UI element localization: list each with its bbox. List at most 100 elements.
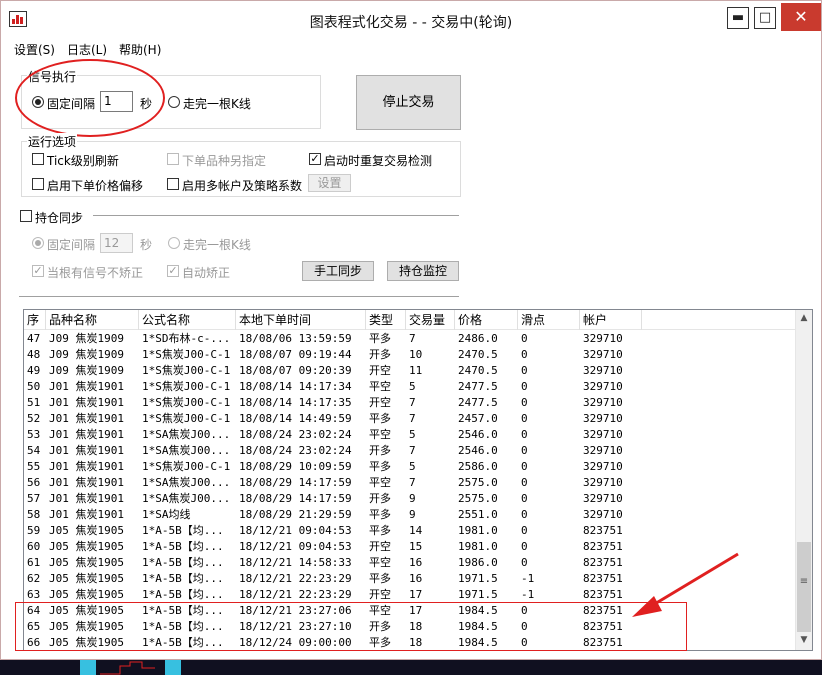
cell-account: 329710 xyxy=(583,412,623,425)
cell-formula: 1*S焦炭J00-C-1 xyxy=(142,412,231,425)
cell-order-time: 18/08/29 21:29:59 xyxy=(239,508,352,521)
table-row[interactable]: 65 J05 焦炭1905 1*A-5B【均... 18/12/21 23:27:10… xyxy=(24,619,795,635)
cell-formula: 1*A-5B【均... xyxy=(142,540,224,553)
table-row[interactable]: 50 J01 焦炭1901 1*S焦炭J00-C-1 18/08/14 14:17:3… xyxy=(24,379,795,395)
table-row[interactable]: 47 J09 焦炭1909 1*SD布林-c-... 18/08/06 13:59:5… xyxy=(24,331,795,347)
cell-price: 2457.0 xyxy=(458,412,498,425)
table-row[interactable]: 55 J01 焦炭1901 1*S焦炭J00-C-1 18/08/29 10:09:5… xyxy=(24,459,795,475)
cell-formula: 1*S焦炭J00-C-1 xyxy=(142,348,231,361)
price-offset-checkbox[interactable] xyxy=(32,178,44,190)
cell-volume: 9 xyxy=(409,508,416,521)
scroll-down-icon[interactable]: ▼ xyxy=(796,632,812,649)
cell-index: 50 xyxy=(27,380,41,393)
menu-log[interactable]: 日志(L) xyxy=(67,41,107,58)
cell-slippage: 0 xyxy=(521,524,528,537)
cell-order-time: 18/08/07 09:20:39 xyxy=(239,364,352,377)
col-volume[interactable]: 交易量 xyxy=(406,310,455,330)
cell-type: 平多 xyxy=(369,524,391,537)
cell-slippage: 0 xyxy=(521,332,528,345)
table-row[interactable]: 52 J01 焦炭1901 1*S焦炭J00-C-1 18/08/14 14:49:5… xyxy=(24,411,795,427)
order-variety-checkbox[interactable] xyxy=(167,153,179,165)
tick-refresh-checkbox[interactable] xyxy=(32,153,44,165)
cell-formula: 1*SA均线 xyxy=(142,508,191,521)
cell-type: 平多 xyxy=(369,508,391,521)
trade-list-header: 序 品种名称 公式名称 本地下单时间 类型 交易量 价格 滑点 帐户 xyxy=(24,310,795,330)
cell-price: 1981.0 xyxy=(458,524,498,537)
table-row[interactable]: 48 J09 焦炭1909 1*S焦炭J00-C-1 18/08/07 09:19:4… xyxy=(24,347,795,363)
cell-price: 1984.5 xyxy=(458,604,498,617)
signal-bar-complete-radio[interactable] xyxy=(168,96,180,108)
col-instrument[interactable]: 品种名称 xyxy=(46,310,139,330)
cell-volume: 7 xyxy=(409,332,416,345)
cell-order-time: 18/12/21 23:27:06 xyxy=(239,604,352,617)
maximize-button[interactable]: □ xyxy=(754,7,776,29)
sync-bar-complete-radio[interactable] xyxy=(168,237,180,249)
cell-price: 2486.0 xyxy=(458,332,498,345)
cell-instrument: J01 焦炭1901 xyxy=(49,508,124,521)
cell-slippage: 0 xyxy=(521,508,528,521)
position-sync-checkbox[interactable] xyxy=(20,210,32,222)
close-button[interactable]: ✕ xyxy=(781,3,821,31)
signal-fixed-interval-radio[interactable] xyxy=(32,96,44,108)
cell-index: 64 xyxy=(27,604,41,617)
cell-account: 823751 xyxy=(583,620,623,633)
sync-seconds-unit: 秒 xyxy=(140,238,153,252)
sync-fixed-interval-radio[interactable] xyxy=(32,237,44,249)
table-row[interactable]: 57 J01 焦炭1901 1*SA焦炭J00... 18/08/29 14:17:5… xyxy=(24,491,795,507)
col-order-time[interactable]: 本地下单时间 xyxy=(236,310,366,330)
cell-formula: 1*A-5B【均... xyxy=(142,572,224,585)
taskbar-item[interactable] xyxy=(80,660,96,675)
cell-instrument: J05 焦炭1905 xyxy=(49,524,124,537)
table-row[interactable]: 53 J01 焦炭1901 1*SA焦炭J00... 18/08/24 23:02:2… xyxy=(24,427,795,443)
cell-index: 53 xyxy=(27,428,41,441)
table-row[interactable]: 59 J05 焦炭1905 1*A-5B【均... 18/12/21 09:04:53… xyxy=(24,523,795,539)
cell-slippage: 0 xyxy=(521,460,528,473)
sync-interval-input[interactable]: 12 xyxy=(100,233,133,253)
scrollbar-thumb[interactable] xyxy=(797,542,811,632)
main-window: 图表程式化交易 - - 交易中(轮询) ▬ □ ✕ 设置(S) 日志(L) 帮助… xyxy=(0,0,822,660)
sync-bar-complete-label: 走完一根K线 xyxy=(183,238,251,252)
col-type[interactable]: 类型 xyxy=(366,310,406,330)
table-row[interactable]: 66 J05 焦炭1905 1*A-5B【均... 18/12/24 09:00:00… xyxy=(24,635,795,650)
cell-index: 60 xyxy=(27,540,41,553)
stop-trading-button[interactable]: 停止交易 xyxy=(356,75,461,130)
scroll-up-icon[interactable]: ▲ xyxy=(796,310,812,327)
no-correct-label: 当根有信号不矫正 xyxy=(47,266,144,280)
cell-index: 65 xyxy=(27,620,41,633)
table-row[interactable]: 49 J09 焦炭1909 1*S焦炭J00-C-1 18/08/07 09:20:3… xyxy=(24,363,795,379)
cell-price: 2575.0 xyxy=(458,492,498,505)
signal-interval-input[interactable]: 1 xyxy=(100,91,133,112)
table-row[interactable]: 56 J01 焦炭1901 1*SA焦炭J00... 18/08/29 14:17:5… xyxy=(24,475,795,491)
table-row[interactable]: 58 J01 焦炭1901 1*SA均线 18/08/29 21:29:59 平多 9 25… xyxy=(24,507,795,523)
minimize-button[interactable]: ▬ xyxy=(727,7,749,29)
cell-index: 55 xyxy=(27,460,41,473)
startup-check-checkbox[interactable]: ✓ xyxy=(309,153,321,165)
cell-formula: 1*SA焦炭J00... xyxy=(142,492,231,505)
cell-price: 2470.5 xyxy=(458,348,498,361)
col-account[interactable]: 帐户 xyxy=(580,310,642,330)
col-slippage[interactable]: 滑点 xyxy=(518,310,580,330)
auto-correct-checkbox[interactable]: ✓ xyxy=(167,265,179,277)
cell-index: 61 xyxy=(27,556,41,569)
position-monitor-button[interactable]: 持仓监控 xyxy=(387,261,459,281)
menu-settings[interactable]: 设置(S) xyxy=(14,41,55,58)
vertical-scrollbar[interactable]: ▲ ≡ ▼ xyxy=(795,310,812,650)
multi-account-settings-button[interactable]: 设置 xyxy=(308,174,351,192)
col-price[interactable]: 价格 xyxy=(455,310,518,330)
col-index[interactable]: 序 xyxy=(24,310,46,330)
multi-account-checkbox[interactable] xyxy=(167,178,179,190)
cell-account: 823751 xyxy=(583,636,623,649)
cell-type: 开多 xyxy=(369,492,391,505)
cell-account: 329710 xyxy=(583,444,623,457)
table-row[interactable]: 54 J01 焦炭1901 1*SA焦炭J00... 18/08/24 23:02:2… xyxy=(24,443,795,459)
cell-price: 1986.0 xyxy=(458,556,498,569)
table-row[interactable]: 51 J01 焦炭1901 1*S焦炭J00-C-1 18/08/14 14:17:3… xyxy=(24,395,795,411)
manual-sync-button[interactable]: 手工同步 xyxy=(302,261,374,281)
no-correct-checkbox[interactable]: ✓ xyxy=(32,265,44,277)
col-formula[interactable]: 公式名称 xyxy=(139,310,236,330)
taskbar-item[interactable] xyxy=(165,660,181,675)
cell-volume: 14 xyxy=(409,524,423,537)
cell-index: 54 xyxy=(27,444,41,457)
menu-help[interactable]: 帮助(H) xyxy=(119,41,161,58)
scrollbar-grip-icon: ≡ xyxy=(799,576,809,587)
